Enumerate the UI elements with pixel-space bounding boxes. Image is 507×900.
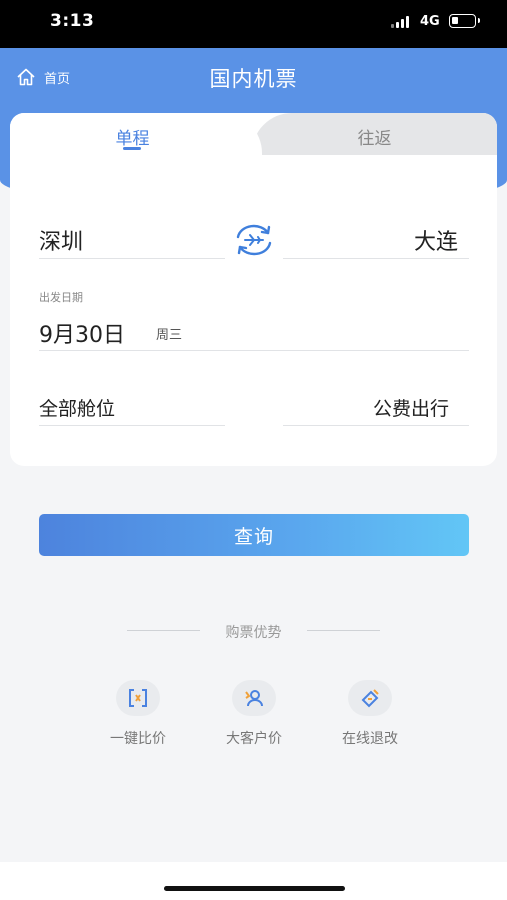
active-tab-indicator (123, 147, 141, 150)
cabin-class-select[interactable]: 全部舱位 (39, 394, 115, 421)
arrival-city[interactable]: 大连 (414, 224, 458, 256)
search-button[interactable]: 查询 (39, 514, 469, 556)
departure-city[interactable]: 深圳 (39, 224, 83, 256)
signal-icon (391, 16, 413, 28)
cabin-underline (39, 425, 225, 426)
battery-icon (449, 14, 480, 28)
bottom-safe-area (0, 862, 507, 900)
departure-weekday: 周三 (156, 328, 183, 343)
arrival-underline (283, 258, 469, 259)
tab-round-trip[interactable]: 往返 (252, 124, 497, 149)
trip-purpose-select[interactable]: 公费出行 (373, 394, 449, 421)
tab-single-trip[interactable]: 单程 (10, 124, 255, 149)
advantages-title: 购票优势 (225, 625, 282, 641)
feature-online-refund[interactable]: 在线退改 (320, 680, 420, 748)
feature-compare-price[interactable]: 一键比价 (88, 680, 188, 748)
status-time: 3:13 (50, 11, 95, 31)
departure-underline (39, 258, 225, 259)
feature-vip-price[interactable]: 大客户价 (204, 680, 304, 748)
compare-price-icon (116, 680, 160, 716)
feature-label: 一键比价 (110, 731, 166, 747)
departure-date[interactable]: 9月30日 (39, 317, 125, 349)
network-type: 4G (420, 14, 440, 29)
page-title: 国内机票 (209, 67, 298, 91)
feature-label: 在线退改 (342, 731, 398, 747)
swap-cities-icon[interactable] (233, 222, 275, 258)
date-underline (39, 350, 469, 351)
home-indicator[interactable] (164, 886, 345, 891)
status-bar: 3:13 4G (0, 0, 507, 48)
divider-right (307, 630, 380, 631)
vip-customer-icon (232, 680, 276, 716)
feature-label: 大客户价 (226, 731, 282, 747)
online-refund-icon (348, 680, 392, 716)
purpose-underline (283, 425, 469, 426)
departure-date-label: 出发日期 (39, 291, 83, 304)
